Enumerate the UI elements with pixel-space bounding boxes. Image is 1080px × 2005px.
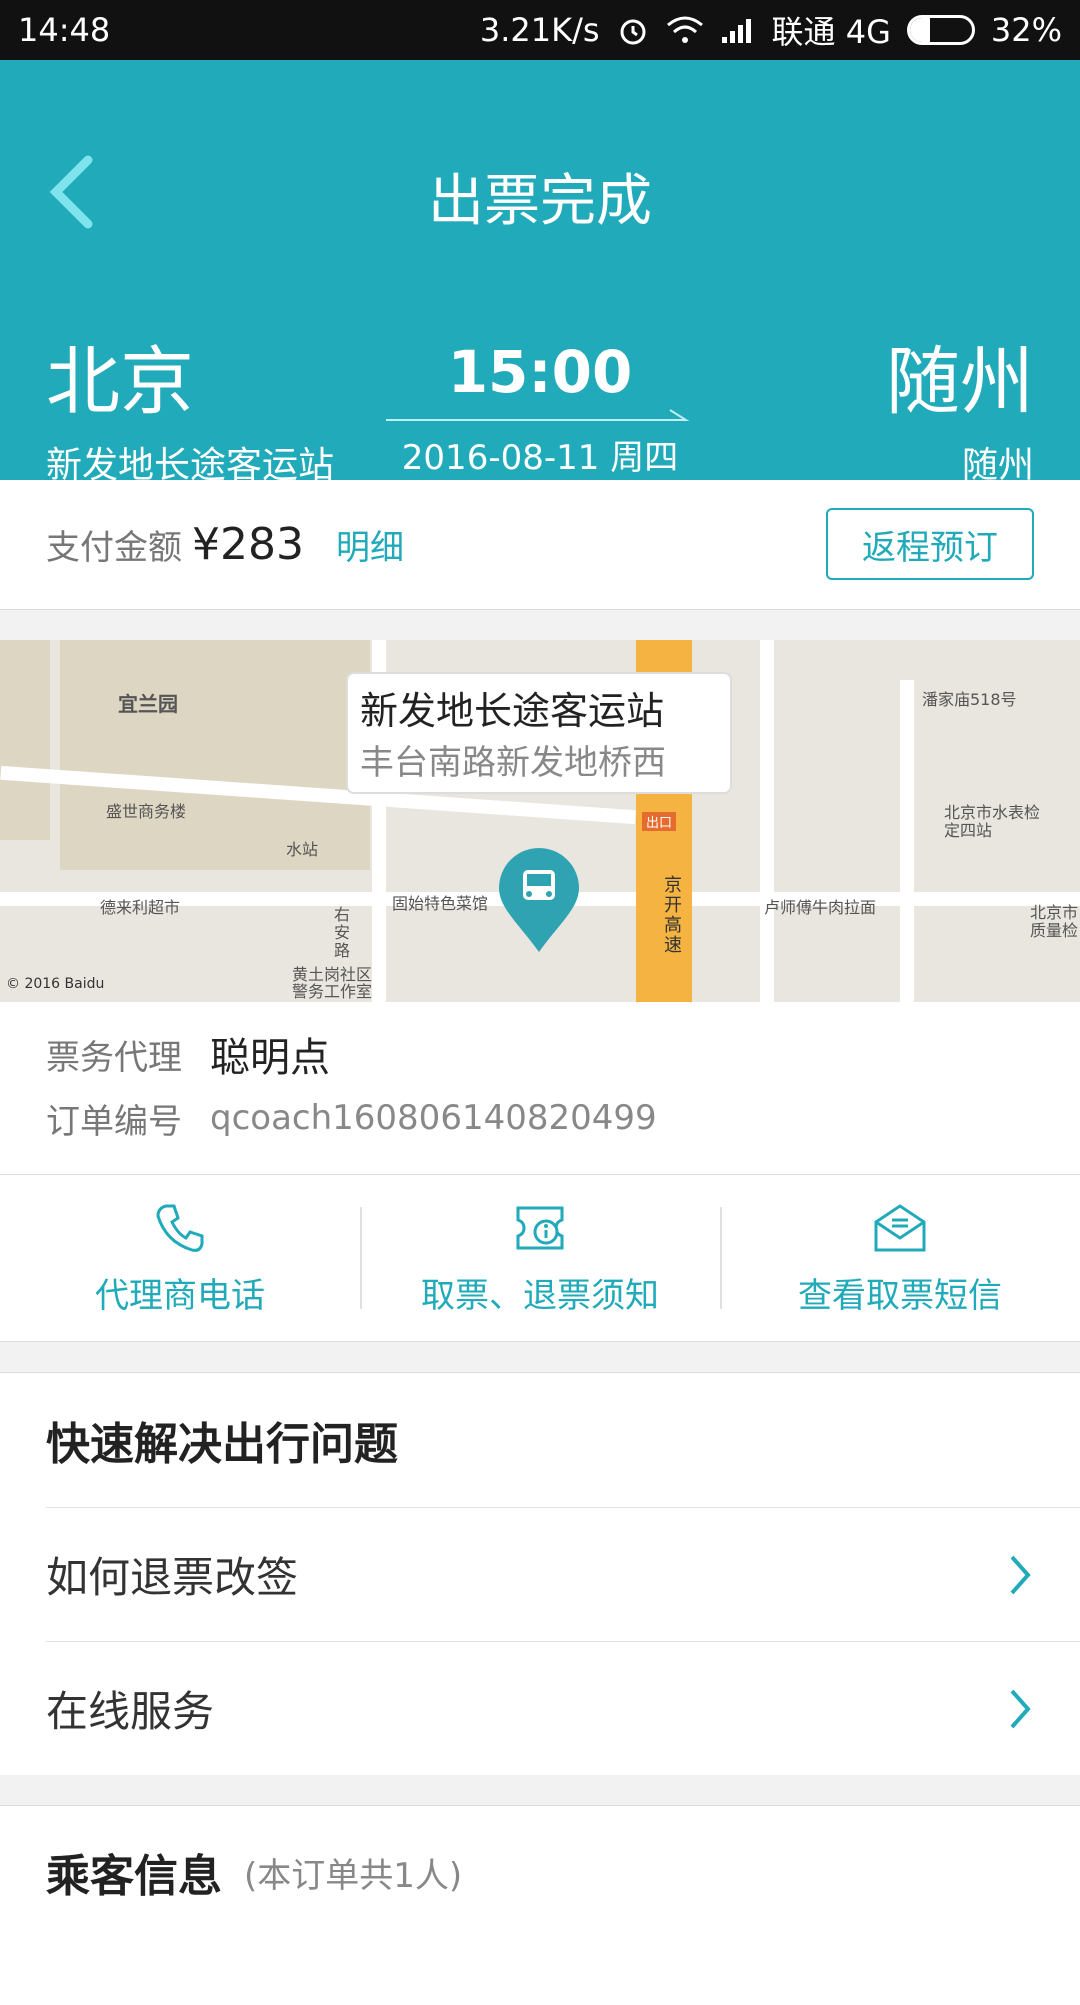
action-label: 查看取票短信	[798, 1275, 1002, 1316]
ticket-info-icon	[516, 1206, 564, 1249]
agent-row: 票务代理 聪明点	[46, 1022, 1034, 1086]
battery-icon	[906, 15, 975, 45]
order-info: 票务代理 聪明点 订单编号 qcoach160806140820499	[0, 1002, 1080, 1175]
action-label: 取票、退票须知	[421, 1275, 659, 1316]
map-label: 固始特色菜馆	[392, 894, 489, 913]
payment-label: 支付金额	[46, 528, 182, 568]
map-block	[60, 640, 370, 870]
envelope-icon	[874, 1203, 926, 1251]
map-label: 宜兰园	[118, 692, 178, 716]
map-label: 卢师傅牛肉拉面	[764, 898, 877, 917]
map-label: 水站	[286, 840, 319, 859]
status-right: 3.21K/s 联通 4G 32%	[480, 7, 1062, 53]
carrier: 联通 4G	[771, 13, 891, 51]
callout-station-name: 新发地长途客运站	[360, 689, 665, 733]
bus-pin-icon[interactable]	[497, 846, 581, 956]
ticket-sms-button[interactable]: 查看取票短信	[720, 1175, 1080, 1341]
chevron-right-icon	[1010, 1689, 1031, 1728]
battery-percent: 32%	[990, 11, 1062, 49]
payment-detail-link[interactable]: 明细	[336, 520, 404, 569]
passenger-count: (本订单共1人)	[244, 1856, 463, 1896]
phone-icon	[156, 1204, 204, 1252]
quick-help-section: 快速解决出行问题 如何退票改签 在线服务	[0, 1372, 1080, 1775]
map-label: 潘家庙518号	[922, 690, 1017, 709]
map-label: 德来利超市	[100, 898, 181, 917]
map-label: 北京市质量检	[1030, 903, 1079, 940]
map-block	[0, 640, 50, 840]
map-label: 京开高速	[664, 875, 682, 956]
alarm-icon	[620, 19, 646, 45]
status-time: 14:48	[18, 11, 111, 49]
agent-label: 票务代理	[46, 1037, 182, 1078]
passenger-section: 乘客信息 (本订单共1人)	[0, 1805, 1080, 2005]
payment-row: 支付金额 ¥283 明细 返程预订	[0, 480, 1080, 610]
agent-value: 聪明点	[210, 1035, 330, 1081]
map-label: 北京市水表检定四站	[944, 803, 1041, 840]
to-city: 随州	[886, 339, 1034, 425]
list-item-label: 在线服务	[46, 1687, 215, 1736]
network-speed: 3.21K/s	[479, 11, 600, 49]
quick-help-title: 快速解决出行问题	[46, 1419, 398, 1470]
action-bar: 代理商电话 取票、退票须知 查看取票短信	[0, 1175, 1080, 1342]
payment-amount: ¥283	[192, 519, 304, 570]
departure-date: 2016-08-11 周四	[401, 438, 679, 478]
passenger-title: 乘客信息	[46, 1851, 222, 1902]
station-callout[interactable]: 新发地长途客运站 丰台南路新发地桥西	[346, 672, 732, 794]
list-item-refund-change[interactable]: 如何退票改签	[46, 1507, 1080, 1641]
action-label: 代理商电话	[95, 1275, 265, 1316]
battery-fill	[909, 18, 930, 42]
map-label: 右安路	[334, 905, 351, 960]
list-item-label: 如何退票改签	[46, 1553, 299, 1602]
direction-arrow-icon	[386, 409, 690, 421]
station-map[interactable]: 宜兰园 盛世商务楼 水站 德来利超市 固始特色菜馆 黄土岗社区警务工作室 潘家庙…	[0, 640, 1080, 1002]
order-number-row: 订单编号 qcoach160806140820499	[46, 1086, 1034, 1150]
return-booking-button[interactable]: 返程预订	[826, 508, 1034, 580]
chevron-right-icon	[1010, 1555, 1031, 1594]
trip-header: 出票完成 北京 新发地长途客运站 15:00 2016-08-11 周四 随州 …	[0, 60, 1080, 486]
signal-icon	[721, 19, 751, 43]
page-title: 出票完成	[428, 169, 652, 234]
map-label: 黄土岗社区警务工作室	[292, 965, 373, 1001]
wifi-icon	[666, 16, 703, 43]
map-road	[760, 640, 774, 1002]
callout-station-address: 丰台南路新发地桥西	[360, 743, 666, 783]
agent-phone-button[interactable]: 代理商电话	[0, 1175, 360, 1341]
status-bar: 14:48 3.21K/s 联通 4G 32%	[0, 0, 1080, 60]
map-road	[900, 680, 914, 1002]
order-number-value: qcoach160806140820499	[210, 1098, 657, 1138]
map-label: 出口	[642, 812, 677, 831]
ticket-notice-button[interactable]: 取票、退票须知	[360, 1175, 720, 1341]
map-copyright: © 2016 Baidu	[6, 976, 105, 992]
list-item-online-service[interactable]: 在线服务	[46, 1641, 1080, 1775]
map-label: 盛世商务楼	[106, 802, 187, 821]
order-number-label: 订单编号	[46, 1101, 182, 1142]
